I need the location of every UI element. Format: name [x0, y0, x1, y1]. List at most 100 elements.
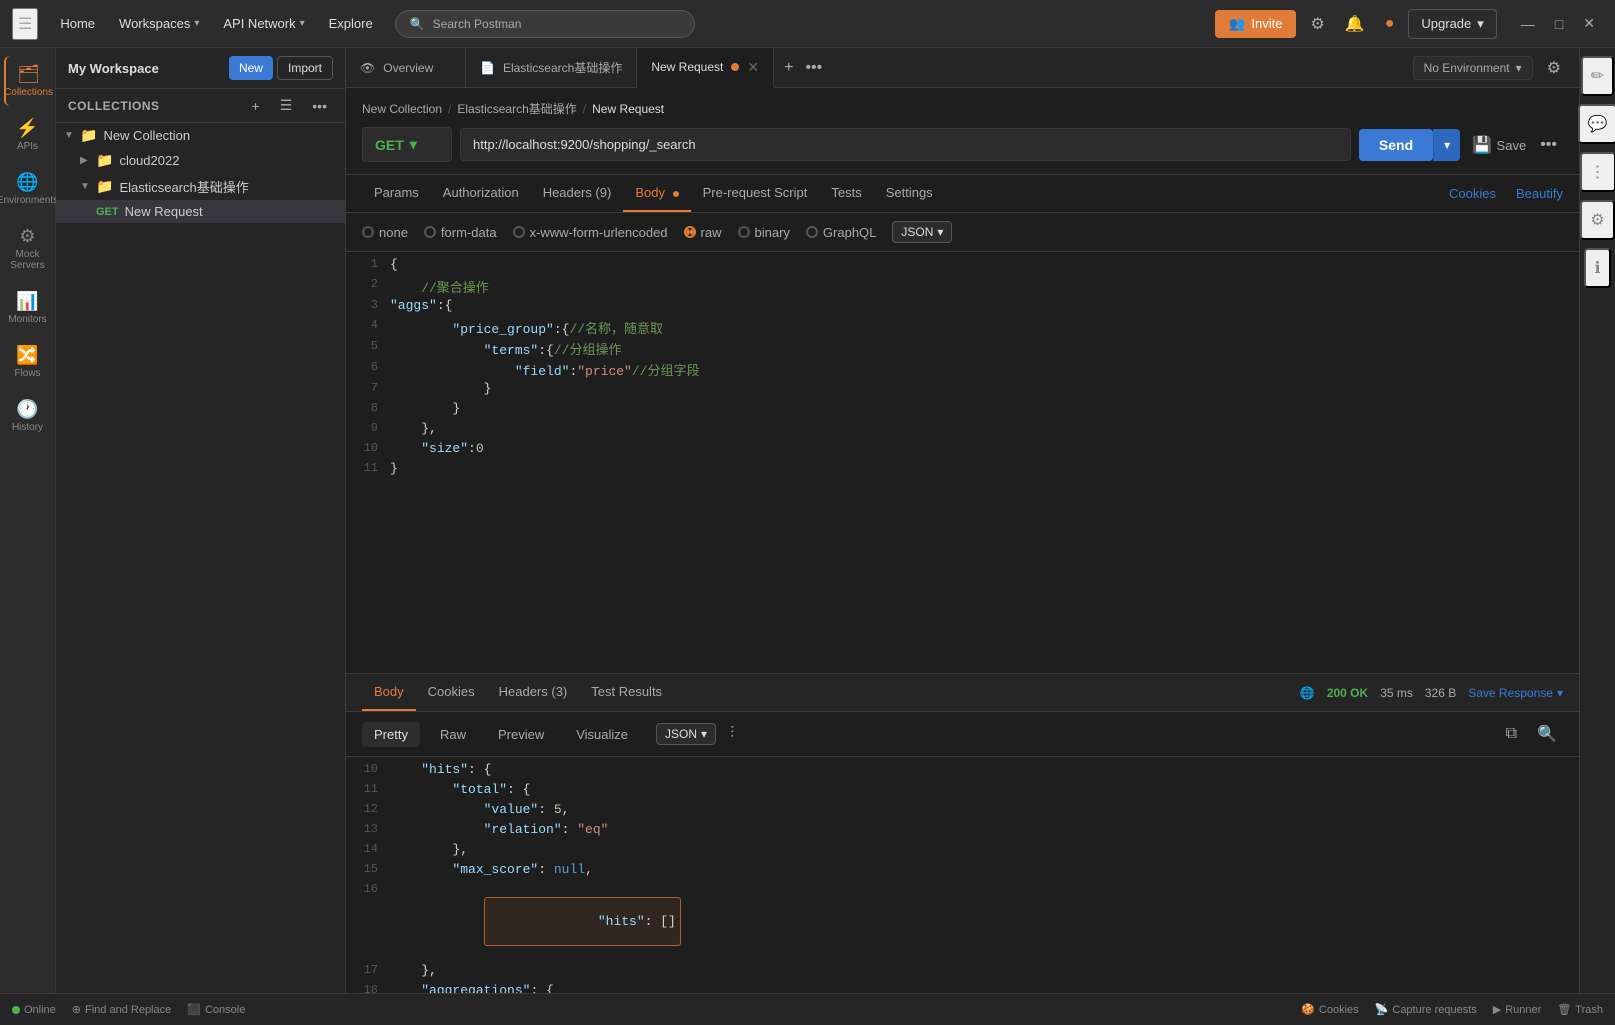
resp-body-tab-pretty[interactable]: Pretty	[362, 722, 420, 747]
body-opt-none[interactable]: none	[362, 225, 408, 240]
nav-workspaces[interactable]: Workspaces ▾	[109, 10, 209, 37]
new-request-tree-item[interactable]: GET New Request	[56, 200, 345, 223]
sidebar-item-monitors[interactable]: 📊 Monitors	[4, 283, 52, 333]
resp-tab-cookies[interactable]: Cookies	[416, 674, 487, 711]
req-tab-body[interactable]: Body	[623, 175, 690, 212]
right-edit-button[interactable]: ✏	[1581, 56, 1614, 96]
beautify-link[interactable]: Beautify	[1516, 186, 1563, 201]
resp-tab-test-results[interactable]: Test Results	[579, 674, 674, 711]
new-button[interactable]: New	[229, 56, 273, 80]
env-selector[interactable]: No Environment ▾	[1413, 56, 1533, 80]
req-tab-settings[interactable]: Settings	[874, 175, 945, 212]
req-tab-pre-request[interactable]: Pre-request Script	[691, 175, 820, 212]
avatar-icon-button[interactable]: ●	[1379, 9, 1401, 39]
request-code-editor[interactable]: 1 { 2 //聚合操作 3 "aggs":{ 4 "price_group":…	[346, 252, 1579, 673]
req-tab-headers[interactable]: Headers (9)	[531, 175, 624, 212]
cookies-link[interactable]: Cookies	[1449, 186, 1496, 201]
nav-explore[interactable]: Explore	[319, 10, 383, 37]
bottom-find-replace[interactable]: ⊕ Find and Replace	[72, 1003, 171, 1016]
body-opt-form-data[interactable]: form-data	[424, 225, 497, 240]
body-opt-binary[interactable]: binary	[738, 225, 790, 240]
new-collection-item[interactable]: ▼ 📁 New Collection	[56, 123, 345, 148]
resp-copy-button[interactable]: ⧉	[1500, 719, 1523, 749]
menu-icon[interactable]: ☰	[12, 8, 38, 40]
json-format-select[interactable]: JSON ▾	[892, 221, 952, 243]
sidebar-history-label: History	[12, 422, 43, 433]
flows-icon: 🔀	[16, 345, 38, 366]
resp-tab-headers[interactable]: Headers (3)	[487, 674, 580, 711]
more-request-button[interactable]: •••	[1534, 130, 1563, 160]
sidebar-item-apis[interactable]: ⚡ APIs	[4, 110, 52, 160]
elasticsearch-item[interactable]: ▼ 📁 Elasticsearch基础操作	[56, 173, 345, 200]
cloud2022-item[interactable]: ▶ 📁 cloud2022	[56, 148, 345, 173]
settings-icon-button[interactable]: ⚙	[1304, 8, 1330, 40]
right-info-button[interactable]: ℹ	[1584, 248, 1610, 288]
add-collection-button[interactable]: +	[246, 96, 266, 116]
more-collections-button[interactable]: •••	[306, 96, 333, 116]
upgrade-button[interactable]: Upgrade ▾	[1408, 9, 1496, 39]
save-button[interactable]: 💾 Save	[1472, 135, 1526, 155]
nav-home[interactable]: Home	[50, 10, 105, 37]
sidebar-item-mock-servers[interactable]: ⚙ Mock Servers	[4, 218, 52, 279]
new-collection-toggle[interactable]: ▼	[64, 130, 80, 141]
send-dropdown-button[interactable]: ▾	[1433, 129, 1460, 161]
req-tab-authorization[interactable]: Authorization	[431, 175, 531, 212]
breadcrumb-part1[interactable]: New Collection	[362, 102, 442, 116]
sidebar-item-history[interactable]: 🕐 History	[4, 391, 52, 441]
bottom-capture-requests[interactable]: 📡 Capture requests	[1375, 1003, 1477, 1016]
resp-tab-body[interactable]: Body	[362, 674, 416, 711]
code-line-4: 4 "price_group":{//名称，随意取	[346, 317, 1579, 338]
raw-radio-dot	[684, 226, 696, 238]
tab-new-request[interactable]: New Request ✕	[637, 48, 774, 88]
elasticsearch-toggle[interactable]: ▼	[80, 181, 96, 192]
send-button[interactable]: Send	[1359, 129, 1433, 161]
monitors-icon: 📊	[16, 291, 38, 312]
sort-collections-button[interactable]: ☰	[274, 95, 299, 116]
method-select[interactable]: GET ▾	[362, 127, 452, 162]
bottom-runner[interactable]: ▶ Runner	[1493, 1003, 1542, 1016]
sidebar-item-environments[interactable]: 🌐 Environments	[4, 164, 52, 214]
tab-overview[interactable]: 👁 Overview	[346, 48, 466, 88]
breadcrumb-part2[interactable]: Elasticsearch基础操作	[457, 100, 576, 117]
save-response-button[interactable]: Save Response ▾	[1468, 686, 1563, 700]
nav-api-network[interactable]: API Network ▾	[213, 10, 314, 37]
body-opt-raw[interactable]: raw	[684, 225, 722, 240]
right-comment-button[interactable]: 💬	[1578, 104, 1615, 144]
body-opt-urlencoded[interactable]: x-www-form-urlencoded	[513, 225, 668, 240]
req-tab-params[interactable]: Params	[362, 175, 431, 212]
minimize-button[interactable]: —	[1513, 11, 1543, 36]
bottom-online[interactable]: Online	[12, 1004, 56, 1016]
cloud2022-toggle[interactable]: ▶	[80, 155, 96, 166]
add-tab-button[interactable]: +	[778, 53, 799, 83]
sidebar-item-collections[interactable]: 🗂 Collections	[4, 56, 52, 106]
url-input[interactable]	[460, 128, 1351, 161]
import-button[interactable]: Import	[277, 56, 333, 80]
trash-icon: 🗑	[1557, 1003, 1571, 1016]
resp-line-18: 18 "aggregations": {	[346, 982, 1579, 993]
right-settings-button[interactable]: ⚙	[1580, 200, 1614, 240]
sidebar-item-flows[interactable]: 🔀 Flows	[4, 337, 52, 387]
more-tabs-button[interactable]: •••	[799, 53, 828, 83]
maximize-button[interactable]: □	[1547, 11, 1571, 36]
invite-button[interactable]: 👥 Invite	[1215, 10, 1296, 38]
search-bar[interactable]: 🔍 Search Postman	[395, 10, 695, 38]
resp-body-tab-preview[interactable]: Preview	[486, 722, 556, 747]
resp-filter-button[interactable]: ⫶	[724, 723, 740, 745]
tab-elasticsearch[interactable]: 📄 Elasticsearch基础操作	[466, 48, 637, 88]
resp-body-tab-visualize[interactable]: Visualize	[564, 722, 640, 747]
new-request-tab-close-icon[interactable]: ✕	[747, 59, 759, 76]
req-tab-tests[interactable]: Tests	[819, 175, 873, 212]
body-opt-graphql[interactable]: GraphQL	[806, 225, 876, 240]
bottom-console[interactable]: ⬛ Console	[187, 1003, 245, 1016]
bottom-trash[interactable]: 🗑 Trash	[1557, 1003, 1603, 1016]
notification-icon-button[interactable]: 🔔	[1339, 8, 1371, 40]
right-more-button[interactable]: ⋮	[1580, 152, 1615, 192]
resp-body-tab-raw[interactable]: Raw	[428, 722, 478, 747]
sidebar-apis-label: APIs	[17, 141, 38, 152]
resp-json-format-select[interactable]: JSON ▾	[656, 723, 716, 745]
bottom-cookies[interactable]: 🍪 Cookies	[1301, 1003, 1358, 1016]
env-settings-button[interactable]: ⚙	[1541, 52, 1567, 84]
resp-search-button[interactable]: 🔍	[1531, 718, 1563, 750]
response-code-editor[interactable]: 10 "hits": { 11 "total": { 12 "value": 5…	[346, 757, 1579, 993]
close-button[interactable]: ✕	[1575, 11, 1603, 36]
